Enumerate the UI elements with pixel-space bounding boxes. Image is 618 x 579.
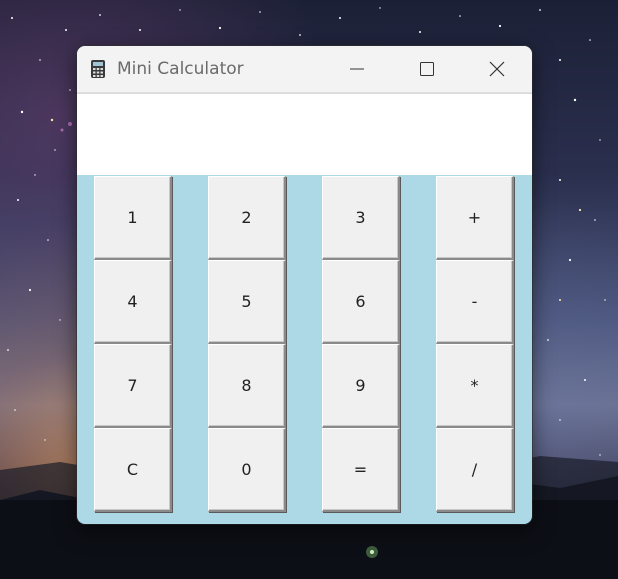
equals-button[interactable]: = <box>322 428 400 512</box>
maximize-button[interactable] <box>392 46 462 92</box>
key-2-button[interactable]: 2 <box>208 176 286 260</box>
divide-button[interactable]: / <box>436 428 514 512</box>
window-title: Mini Calculator <box>117 59 244 79</box>
maximize-icon <box>420 62 434 76</box>
keypad: 1 2 3 + 4 5 6 - 7 8 9 * C 0 = / <box>94 176 515 512</box>
close-button[interactable] <box>462 46 532 92</box>
key-3-button[interactable]: 3 <box>322 176 400 260</box>
minimize-button[interactable] <box>322 46 392 92</box>
key-8-button[interactable]: 8 <box>208 344 286 428</box>
key-6-button[interactable]: 6 <box>322 260 400 344</box>
subtract-button[interactable]: - <box>436 260 514 344</box>
key-0-button[interactable]: 0 <box>208 428 286 512</box>
key-5-button[interactable]: 5 <box>208 260 286 344</box>
calculator-icon <box>89 58 107 80</box>
close-icon <box>489 61 505 77</box>
multiply-button[interactable]: * <box>436 344 514 428</box>
add-button[interactable]: + <box>436 176 514 260</box>
key-7-button[interactable]: 7 <box>94 344 172 428</box>
calculator-window: Mini Calculator 1 2 3 + 4 5 6 - 7 8 9 * … <box>77 46 532 524</box>
key-1-button[interactable]: 1 <box>94 176 172 260</box>
clear-button[interactable]: C <box>94 428 172 512</box>
key-4-button[interactable]: 4 <box>94 260 172 344</box>
key-9-button[interactable]: 9 <box>322 344 400 428</box>
calculator-display <box>77 93 532 175</box>
minimize-icon <box>350 68 364 70</box>
title-bar[interactable]: Mini Calculator <box>77 46 532 93</box>
